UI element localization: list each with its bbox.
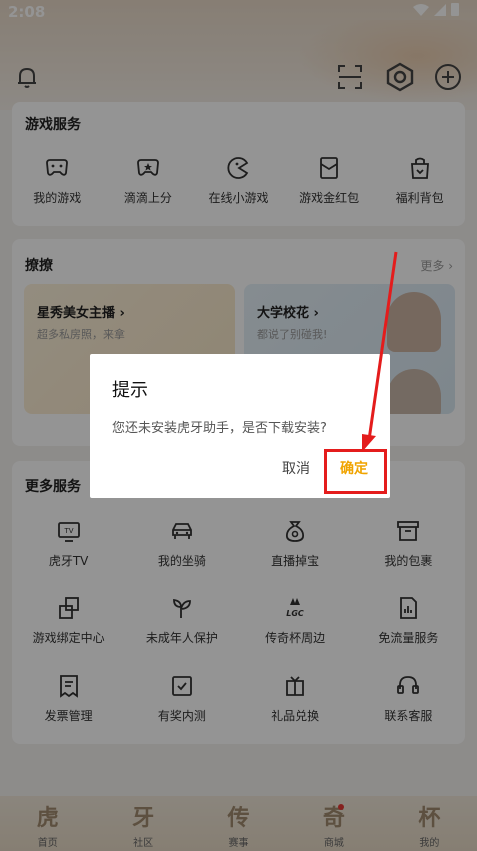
annotation-highlight-box — [324, 449, 387, 494]
cancel-button[interactable]: 取消 — [282, 458, 310, 478]
dialog-message: 您还未安装虎牙助手，是否下载安装? — [112, 421, 327, 436]
dialog-title: 提示 — [112, 380, 148, 401]
